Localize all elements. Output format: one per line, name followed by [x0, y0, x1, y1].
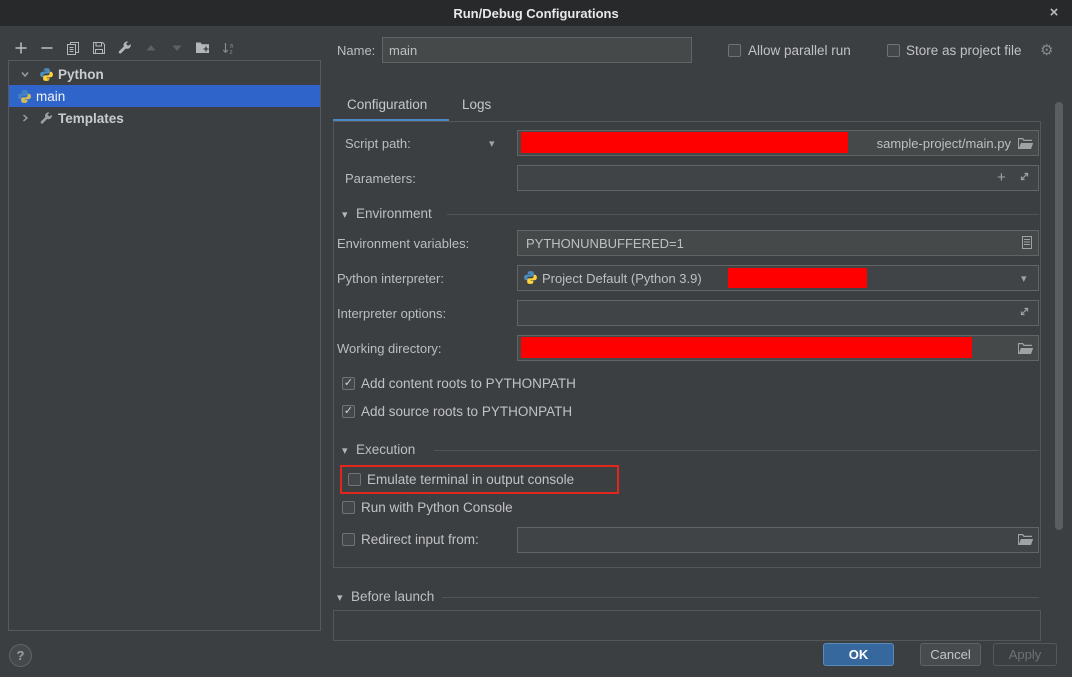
redirect-input-field[interactable] [517, 527, 1039, 553]
environment-variables-label: Environment variables: [337, 236, 469, 251]
edit-templates-icon[interactable] [116, 39, 133, 56]
svg-text:z: z [229, 49, 232, 55]
help-button[interactable]: ? [9, 644, 32, 667]
allow-parallel-run-checkbox[interactable] [728, 44, 741, 57]
before-launch-list[interactable] [333, 610, 1041, 641]
remove-icon[interactable] [38, 39, 55, 56]
ok-button[interactable]: OK [823, 643, 894, 666]
execution-section-label[interactable]: Execution [356, 442, 415, 457]
tree-item-python[interactable]: Python [9, 63, 320, 85]
move-down-icon [168, 39, 185, 56]
folder-icon[interactable] [1017, 137, 1033, 150]
python-icon [39, 67, 54, 82]
question-icon: ? [17, 648, 25, 663]
redacted-overlay [728, 268, 867, 288]
interpreter-options-field[interactable] [517, 300, 1039, 326]
python-icon [17, 89, 32, 104]
collapse-arrow-icon[interactable]: ▾ [337, 591, 343, 604]
tab-configuration[interactable]: Configuration [347, 97, 427, 112]
check-icon: ✓ [344, 406, 353, 417]
expand-icon[interactable] [1019, 171, 1030, 182]
tree-item-main[interactable]: main [9, 85, 320, 107]
redacted-overlay [521, 132, 848, 153]
save-configuration-icon[interactable] [90, 39, 107, 56]
browse-variables-icon[interactable] [1022, 236, 1032, 249]
store-as-project-file-checkbox[interactable] [887, 44, 900, 57]
apply-button[interactable]: Apply [993, 643, 1057, 666]
close-icon[interactable]: × [1045, 3, 1063, 21]
add-icon[interactable] [12, 39, 29, 56]
tree-item-label: Python [58, 67, 104, 82]
create-folder-icon[interactable] [194, 39, 211, 56]
collapse-arrow-icon[interactable]: ▾ [342, 208, 348, 221]
add-macro-icon[interactable]: + [997, 170, 1006, 185]
python-interpreter-value: Project Default (Python 3.9) [542, 271, 702, 286]
name-input[interactable] [382, 37, 692, 63]
tree-item-templates[interactable]: Templates [9, 107, 320, 129]
run-debug-configurations-dialog: { "colors": { "panel": "#3c3f41", "title… [0, 0, 1072, 677]
expand-icon[interactable] [1019, 306, 1030, 317]
collapse-arrow-icon[interactable]: ▾ [342, 444, 348, 457]
environment-variables-value: PYTHONUNBUFFERED=1 [526, 236, 684, 251]
check-icon: ✓ [344, 378, 353, 389]
name-label: Name: [337, 43, 375, 58]
python-interpreter-label: Python interpreter: [337, 271, 444, 286]
title-bar: Run/Debug Configurations × [0, 0, 1072, 26]
store-as-project-file-label: Store as project file [906, 43, 1022, 58]
redacted-overlay [521, 337, 972, 358]
sort-configurations-icon[interactable]: az [220, 39, 237, 56]
cancel-button[interactable]: Cancel [920, 643, 981, 666]
emulate-terminal-checkbox[interactable] [348, 473, 361, 486]
folder-icon[interactable] [1017, 533, 1033, 546]
parameters-label: Parameters: [345, 171, 416, 186]
before-launch-section-label[interactable]: Before launch [351, 589, 434, 604]
section-divider [434, 450, 1039, 451]
move-up-icon [142, 39, 159, 56]
python-icon [523, 270, 538, 285]
interpreter-options-label: Interpreter options: [337, 306, 446, 321]
vertical-scrollbar[interactable] [1055, 102, 1063, 530]
gear-icon[interactable]: ⚙ [1040, 43, 1053, 58]
section-divider [447, 214, 1039, 215]
chevron-down-icon[interactable]: ▾ [489, 137, 495, 150]
add-source-roots-label: Add source roots to PYTHONPATH [361, 404, 572, 419]
script-path-label: Script path: [345, 136, 411, 151]
redirect-input-label: Redirect input from: [361, 532, 479, 547]
chevron-down-icon[interactable] [19, 68, 31, 80]
run-with-python-console-label: Run with Python Console [361, 500, 513, 515]
environment-section-label[interactable]: Environment [356, 206, 432, 221]
emulate-terminal-label: Emulate terminal in output console [367, 472, 574, 487]
copy-configuration-icon[interactable] [64, 39, 81, 56]
redirect-input-checkbox[interactable] [342, 533, 355, 546]
folder-icon[interactable] [1017, 342, 1033, 355]
configurations-tree: Python main Templates [8, 60, 321, 631]
tree-item-label: Templates [58, 111, 124, 126]
tree-item-label: main [36, 89, 65, 104]
add-content-roots-checkbox[interactable]: ✓ [342, 377, 355, 390]
parameters-field[interactable] [517, 165, 1039, 191]
chevron-right-icon[interactable] [19, 112, 31, 124]
add-source-roots-checkbox[interactable]: ✓ [342, 405, 355, 418]
add-content-roots-label: Add content roots to PYTHONPATH [361, 376, 576, 391]
working-directory-label: Working directory: [337, 341, 442, 356]
chevron-down-icon[interactable]: ▾ [1021, 272, 1027, 285]
tab-logs[interactable]: Logs [462, 97, 491, 112]
allow-parallel-run-label: Allow parallel run [748, 43, 851, 58]
section-divider [442, 597, 1039, 598]
configurations-toolbar: az [12, 39, 237, 56]
run-with-python-console-checkbox[interactable] [342, 501, 355, 514]
script-path-value: sample-project/main.py [850, 136, 1011, 151]
dialog-title: Run/Debug Configurations [453, 6, 618, 21]
wrench-icon [39, 111, 54, 126]
